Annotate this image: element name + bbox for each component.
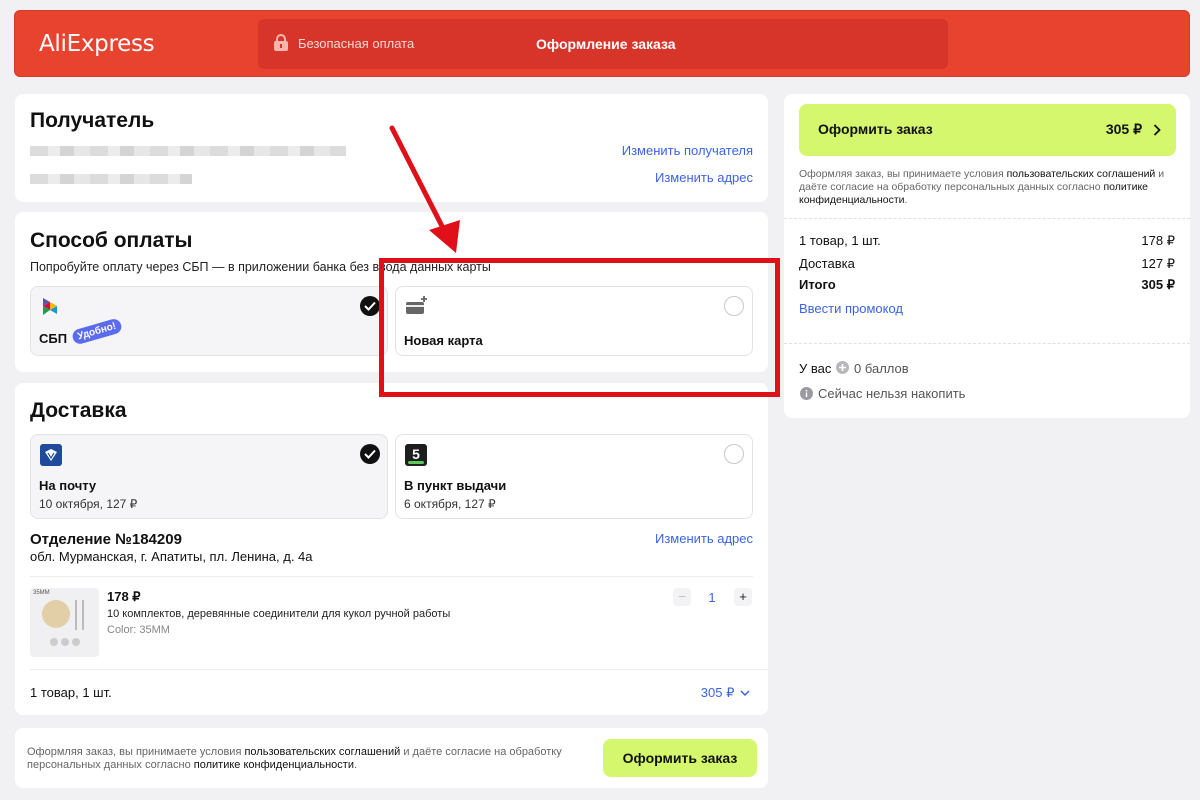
chevron-down-icon	[740, 690, 750, 697]
order-count-summary: 1 товар, 1 шт.	[30, 685, 112, 700]
selected-check-icon	[360, 444, 380, 464]
product-price: 178 ₽	[107, 589, 141, 604]
sbp-badge: Удобно!	[70, 317, 123, 346]
user-agreement-link[interactable]: пользовательских соглашений	[1007, 168, 1156, 180]
divider	[784, 343, 1190, 344]
sbp-icon	[43, 298, 57, 315]
recipient-name-blurred	[30, 146, 346, 156]
place-order-button-bottom[interactable]: Оформить заказ	[603, 739, 757, 777]
delivery-option-pickup[interactable]: 5 В пункт выдачи 6 октября, 127 ₽	[395, 434, 753, 519]
order-sidebar: Оформить заказ 305 ₽ Оформляя заказ, вы …	[784, 94, 1190, 418]
points-value: 0 баллов	[854, 361, 909, 376]
points-prefix: У вас	[799, 361, 832, 376]
secure-payment-label: Безопасная оплата	[298, 36, 415, 51]
quantity-minus-button[interactable]: −	[673, 588, 691, 606]
recipient-heading: Получатель	[30, 109, 155, 132]
post-office-title: Отделение №184209	[30, 531, 182, 548]
bottom-bar: Оформляя заказ, вы принимаете условия по…	[15, 728, 768, 788]
annotation-arrow	[389, 125, 460, 253]
post-office-address: обл. Мурманская, г. Апатиты, пл. Ленина,…	[30, 549, 313, 564]
divider	[784, 218, 1190, 219]
recipient-address-blurred	[30, 174, 192, 184]
payment-heading: Способ оплаты	[30, 229, 193, 252]
page-title: Оформление заказа	[536, 36, 676, 52]
chevron-right-icon	[1153, 124, 1161, 136]
delivery-option-title: На почту	[39, 478, 97, 493]
payment-option-sbp[interactable]: СБП Удобно!	[30, 286, 388, 356]
privacy-policy-link[interactable]: политике конфиденциальности	[194, 759, 354, 771]
product-title[interactable]: 10 комплектов, деревянные соединители дл…	[107, 608, 450, 620]
pickup-radio[interactable]	[724, 444, 744, 464]
divider	[30, 576, 753, 577]
delivery-change-address-link[interactable]: Изменить адрес	[655, 531, 753, 546]
delivery-card: Доставка На почту 10 октября, 127 ₽ 5 В …	[15, 383, 768, 715]
change-address-link[interactable]: Изменить адрес	[655, 170, 753, 185]
change-recipient-link[interactable]: Изменить получателя	[622, 143, 753, 158]
place-order-total: 305 ₽	[1105, 121, 1142, 137]
summary-total-label: Итого	[799, 277, 836, 292]
divider	[30, 669, 768, 670]
delivery-option-subtitle: 10 октября, 127 ₽	[39, 497, 138, 511]
quantity-value[interactable]: 1	[705, 590, 719, 605]
summary-delivery-value: 127 ₽	[1141, 256, 1175, 271]
delivery-heading: Доставка	[30, 399, 127, 422]
summary-items-value: 178 ₽	[1141, 233, 1175, 248]
header-bar: Безопасная оплата Оформление заказа	[258, 19, 948, 69]
delivery-option-subtitle: 6 октября, 127 ₽	[404, 497, 496, 511]
bottom-agreement-text: Оформляя заказ, вы принимаете условия по…	[27, 746, 562, 771]
place-order-button[interactable]: Оформить заказ 305 ₽	[799, 104, 1176, 156]
quantity-plus-button[interactable]: +	[734, 588, 752, 606]
delivery-option-title: В пункт выдачи	[404, 478, 507, 493]
product-thumbnail[interactable]: 35MM	[30, 588, 99, 657]
aliexpress-logo[interactable]: AliExpress	[39, 31, 155, 57]
lock-icon	[274, 34, 288, 51]
summary-total-value: 305 ₽	[1141, 277, 1175, 292]
pickup-5-icon: 5	[405, 444, 427, 466]
promo-code-link[interactable]: Ввести промокод	[799, 301, 903, 316]
product-color: Color: 35MM	[107, 624, 170, 636]
points-coin-icon	[836, 361, 849, 374]
summary-items-label: 1 товар, 1 шт.	[799, 233, 881, 248]
user-agreement-link[interactable]: пользовательских соглашений	[244, 746, 400, 758]
order-total-toggle[interactable]: 305 ₽	[701, 685, 750, 701]
order-total-value: 305 ₽	[700, 685, 735, 700]
info-icon	[800, 387, 813, 400]
delivery-option-post[interactable]: На почту 10 октября, 127 ₽	[30, 434, 388, 519]
cannot-earn-text: Сейчас нельзя накопить	[818, 386, 966, 401]
sbp-label: СБП	[39, 331, 68, 346]
thumb-label: 35MM	[33, 590, 50, 596]
annotation-highlight-box	[379, 258, 780, 397]
selected-check-icon	[360, 296, 380, 316]
top-header: AliExpress Безопасная оплата Оформление …	[14, 10, 1190, 77]
summary-delivery-label: Доставка	[799, 256, 855, 271]
place-order-label: Оформить заказ	[818, 121, 933, 137]
sidebar-agreement-text: Оформляя заказ, вы принимаете условия по…	[799, 168, 1165, 206]
russian-post-icon	[40, 444, 62, 466]
